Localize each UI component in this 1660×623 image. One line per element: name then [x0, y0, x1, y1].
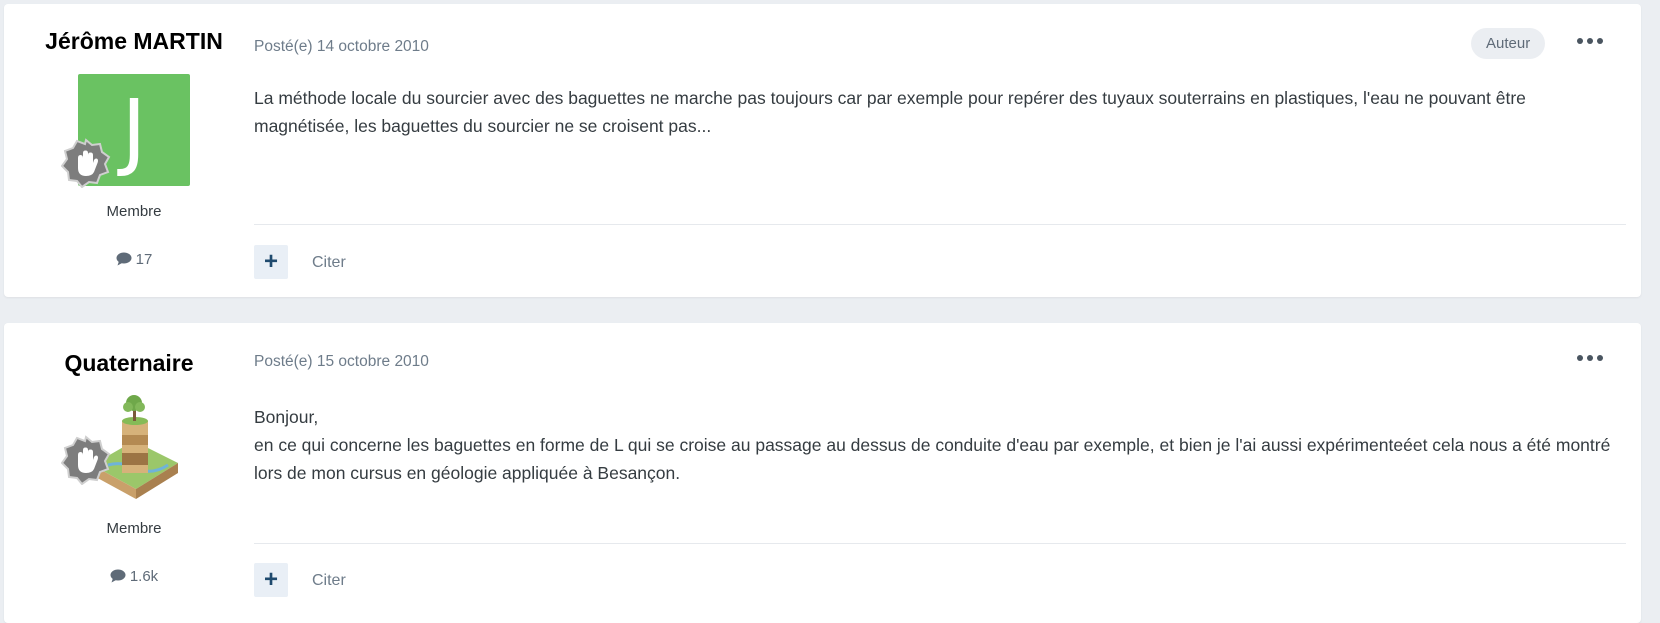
- add-reaction-button[interactable]: +: [254, 245, 288, 279]
- ellipsis-icon[interactable]: [1577, 34, 1603, 48]
- post-2: Quaternaire Membre 1.6k Posté(e) 15 octo…: [4, 323, 1641, 623]
- post-content: La méthode locale du sourcier avec des b…: [254, 84, 1626, 140]
- author-name[interactable]: Jérôme MARTIN: [4, 28, 264, 55]
- comment-icon: [110, 569, 126, 583]
- divider: [254, 224, 1626, 225]
- post-1: Jérôme MARTIN J Membre 17 Posté(e) 14 oc…: [4, 4, 1641, 297]
- rank-badge-icon: [61, 138, 111, 188]
- author-name[interactable]: Quaternaire: [4, 350, 254, 377]
- comment-icon: [116, 252, 132, 266]
- post-paragraph: La méthode locale du sourcier avec des b…: [254, 88, 1526, 136]
- post-content: Bonjour, en ce qui concerne les baguette…: [254, 403, 1626, 487]
- post-paragraph: Bonjour,: [254, 407, 319, 427]
- rank-badge-icon: [61, 435, 111, 485]
- post-count[interactable]: 1.6k: [4, 568, 264, 585]
- post-count[interactable]: 17: [4, 251, 264, 268]
- post-paragraph: en ce qui concerne les baguettes en form…: [254, 435, 1611, 483]
- quote-button[interactable]: Citer: [312, 254, 346, 272]
- author-role: Membre: [106, 203, 162, 220]
- post-date[interactable]: Posté(e) 15 octobre 2010: [254, 353, 429, 371]
- ellipsis-icon[interactable]: [1577, 351, 1603, 365]
- post-date[interactable]: Posté(e) 14 octobre 2010: [254, 38, 429, 56]
- author-badge: Auteur: [1471, 28, 1546, 59]
- divider: [254, 543, 1626, 544]
- post-count-value: 1.6k: [129, 568, 159, 585]
- author-role: Membre: [106, 520, 162, 537]
- post-count-value: 17: [135, 251, 153, 268]
- quote-button[interactable]: Citer: [312, 572, 346, 590]
- add-reaction-button[interactable]: +: [254, 563, 288, 597]
